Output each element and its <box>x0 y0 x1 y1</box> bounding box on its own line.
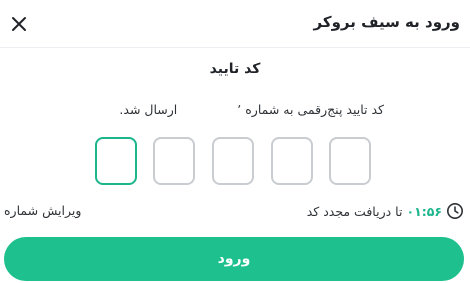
otp-digit-5[interactable] <box>329 137 371 185</box>
resend-timer: ۰۱:۵۶ تا دریافت مجدد کد <box>307 202 464 220</box>
instruction-text: کد تایید پنج‌رقمی به شماره ‎٬ ارسال شد. <box>119 102 384 117</box>
instruction-part-2: ارسال شد. <box>119 102 178 117</box>
clock-icon <box>446 202 464 220</box>
login-button[interactable]: ورود <box>4 237 464 281</box>
timer-label: تا دریافت مجدد کد <box>306 203 403 219</box>
dialog-header-title: ورود به سیف بروکر <box>313 13 460 31</box>
otp-digit-1[interactable] <box>95 137 137 185</box>
close-button[interactable] <box>8 13 30 35</box>
otp-digit-3[interactable] <box>212 137 254 185</box>
edit-number-link[interactable]: ویرایش شماره <box>4 203 81 218</box>
verification-title: کد تایید <box>209 61 261 77</box>
dialog-header: ورود به سیف بروکر <box>0 0 470 48</box>
otp-digit-2[interactable] <box>153 137 195 185</box>
otp-digit-4[interactable] <box>271 137 313 185</box>
instruction-part-1: کد تایید پنج‌رقمی به شماره ‎٬ <box>237 102 384 117</box>
timer-countdown: ۰۱:۵۶ <box>406 203 442 219</box>
close-icon[interactable] <box>8 13 30 35</box>
